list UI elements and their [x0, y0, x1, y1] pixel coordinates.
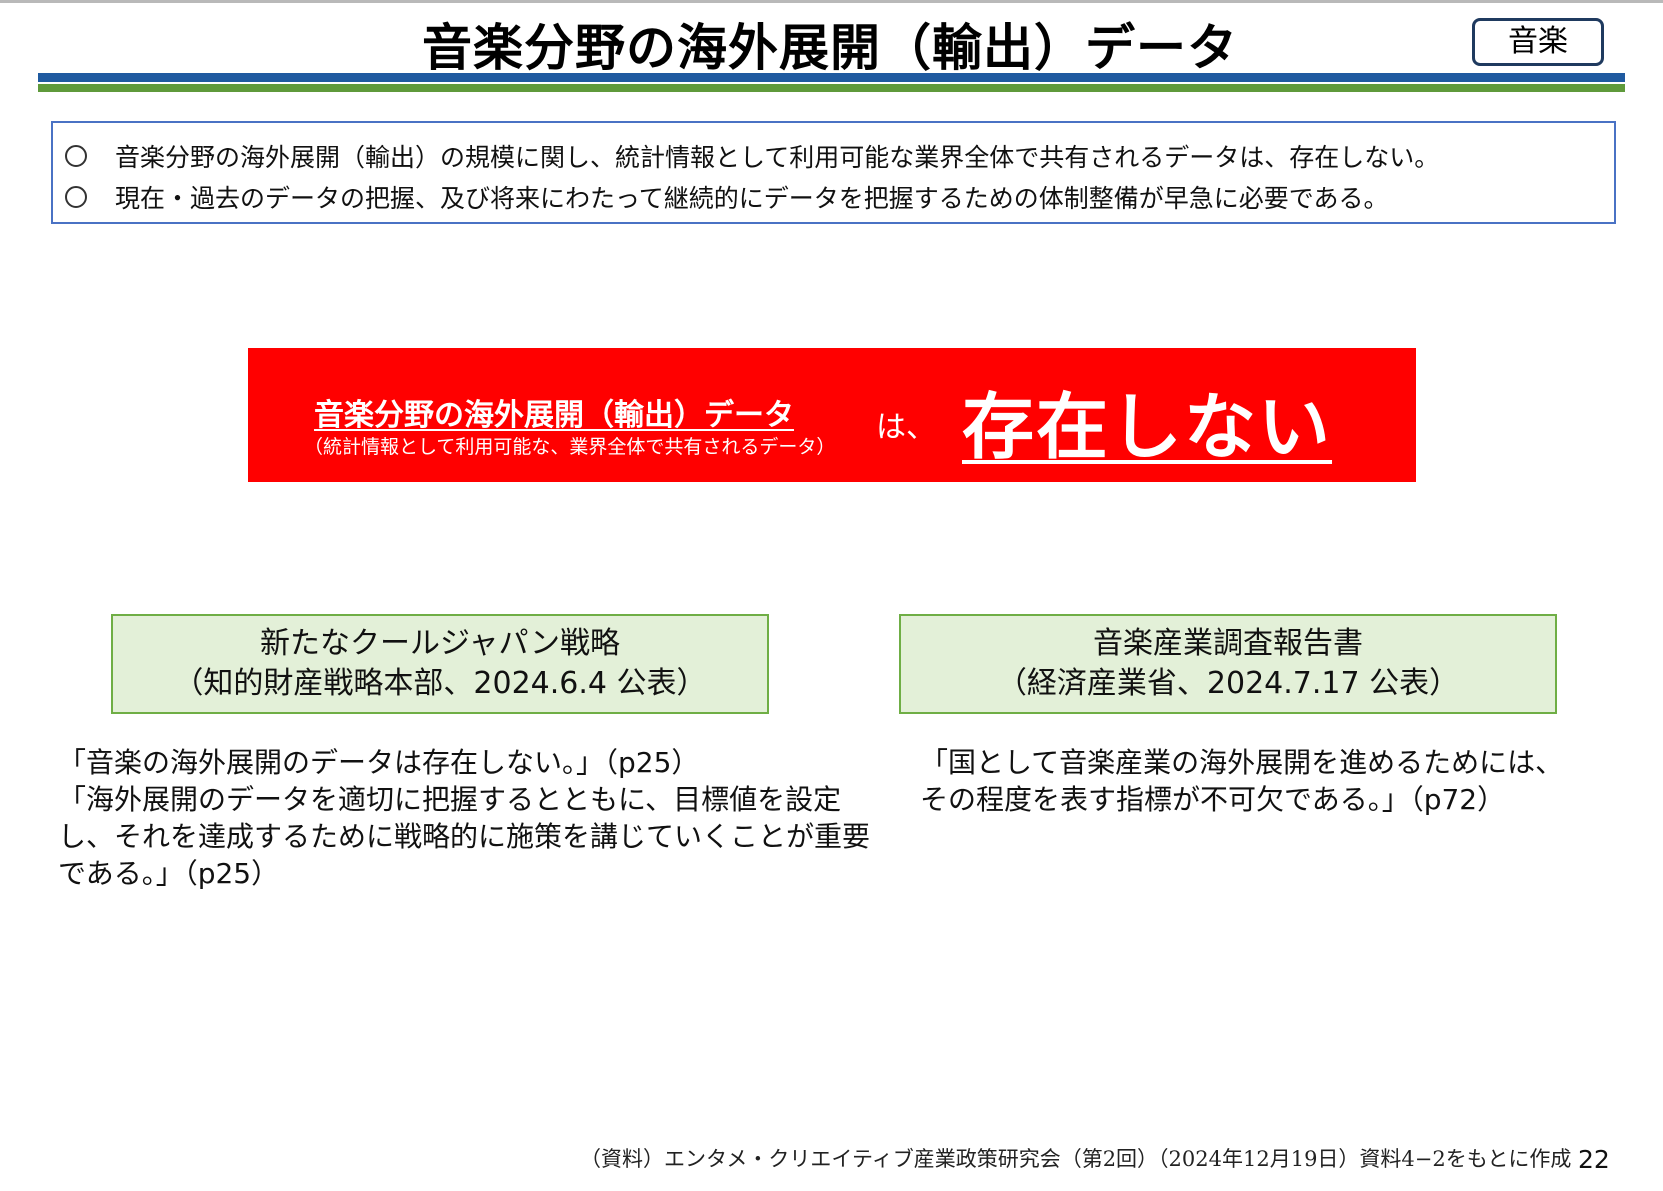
quote-line: 「国として音楽産業の海外展開を進めるためには、	[920, 746, 1564, 779]
page-number: 22	[1578, 1145, 1610, 1174]
circle-bullet-icon	[65, 144, 87, 167]
source-note: （資料）エンタメ・クリエイティブ産業政策研究会（第2回）（2024年12月19日…	[580, 1147, 1572, 1171]
page-title: 音楽分野の海外展開（輸出）データ	[422, 19, 1238, 77]
key-message-banner: 音楽分野の海外展開（輸出）データ （統計情報として利用可能な、業界全体で共有され…	[248, 348, 1416, 482]
category-badge: 音楽	[1472, 18, 1604, 66]
quote-line: し、それを達成するために戦略的に施策を講じていくことが重要	[58, 820, 871, 853]
top-border-line	[0, 0, 1663, 3]
source-title: 音楽産業調査報告書	[1093, 626, 1363, 661]
summary-item: 現在・過去のデータの把握、及び将来にわたって継続的にデータを把握するための体制整…	[65, 176, 1614, 217]
quote-line: その程度を表す指標が不可欠である。」（p72）	[920, 783, 1506, 816]
source-subtitle: （経済産業省、2024.7.17 公表）	[996, 666, 1460, 701]
quote-music-report: 「国として音楽産業の海外展開を進めるためには、 その程度を表す指標が不可欠である…	[920, 744, 1563, 818]
summary-text: 音楽分野の海外展開（輸出）の規模に関し、統計情報として利用可能な業界全体で共有さ…	[115, 142, 1440, 172]
banner-main-text: 音楽分野の海外展開（輸出）データ	[314, 398, 794, 433]
banner-emphasis: 存在しない	[962, 385, 1333, 469]
quote-line: である。」（p25）	[58, 857, 280, 890]
banner-particle: は、	[876, 410, 936, 445]
source-box-music-report: 音楽産業調査報告書 （経済産業省、2024.7.17 公表）	[899, 614, 1557, 714]
banner-sub-text: （統計情報として利用可能な、業界全体で共有されるデータ）	[304, 436, 836, 458]
source-subtitle: （知的財産戦略本部、2024.6.4 公表）	[173, 666, 707, 701]
header-rule-blue	[38, 73, 1625, 82]
header-rule-green	[38, 84, 1625, 92]
source-title: 新たなクールジャパン戦略	[260, 626, 620, 661]
quote-line: 「海外展開のデータを適切に把握するとともに、目標値を設定	[58, 783, 842, 816]
summary-box: 音楽分野の海外展開（輸出）の規模に関し、統計情報として利用可能な業界全体で共有さ…	[51, 121, 1616, 224]
summary-text: 現在・過去のデータの把握、及び将来にわたって継続的にデータを把握するための体制整…	[115, 183, 1389, 213]
summary-item: 音楽分野の海外展開（輸出）の規模に関し、統計情報として利用可能な業界全体で共有さ…	[65, 135, 1614, 176]
source-box-cool-japan: 新たなクールジャパン戦略 （知的財産戦略本部、2024.6.4 公表）	[111, 614, 769, 714]
quote-cool-japan: 「音楽の海外展開のデータは存在しない。」（p25） 「海外展開のデータを適切に把…	[58, 744, 870, 892]
quote-line: 「音楽の海外展開のデータは存在しない。」（p25）	[58, 746, 700, 779]
circle-bullet-icon	[65, 185, 87, 208]
